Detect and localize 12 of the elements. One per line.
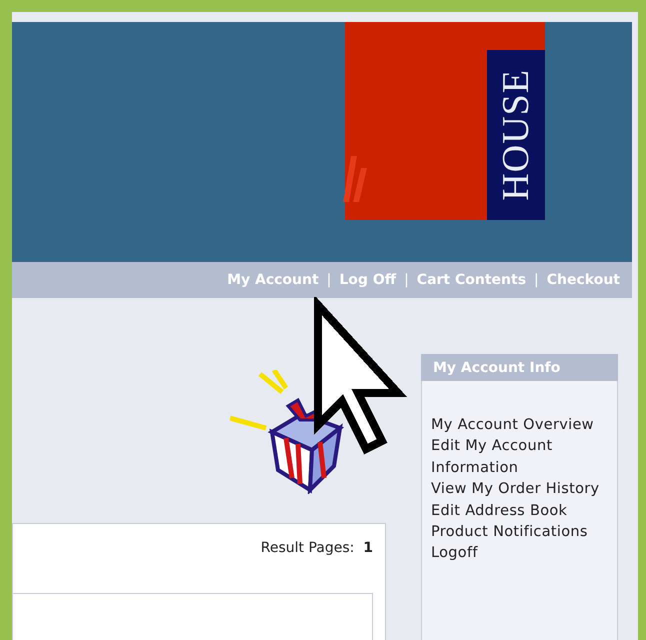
sidebar-link[interactable]: View My Order History	[431, 479, 609, 501]
nav-separator: |	[404, 270, 409, 290]
sidebar-title: My Account Info	[421, 354, 618, 381]
sidebar-link[interactable]: Edit Address Book	[431, 500, 609, 522]
nav-separator: |	[534, 270, 539, 290]
sidebar-link[interactable]: My Account Overview	[431, 415, 609, 436]
logo-text: HOUSE	[497, 69, 535, 201]
sidebar-link[interactable]: Logoff	[431, 543, 609, 565]
sidebar-link[interactable]: Edit My Account Information	[431, 436, 609, 480]
sidebar-link[interactable]: Product Notifications	[431, 522, 609, 544]
nav-separator: |	[326, 270, 332, 290]
result-pages-text: Result Pages: 1	[260, 539, 373, 558]
